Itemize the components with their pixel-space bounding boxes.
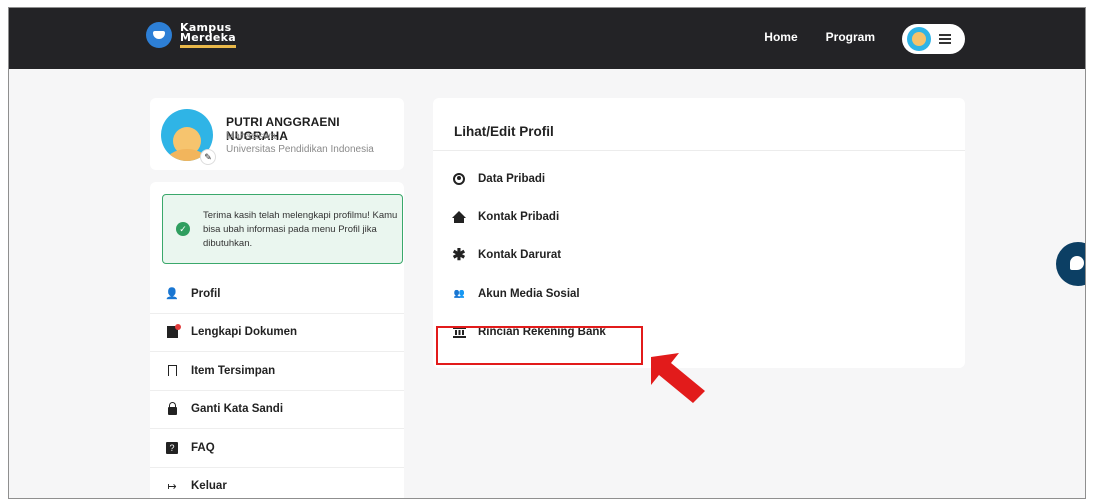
profile-role: Mahasiswa bbox=[226, 131, 277, 142]
home-icon bbox=[452, 210, 466, 224]
sidebar-item-profil[interactable]: 👤 Profil bbox=[150, 275, 404, 314]
sidebar-item-ganti-kata-sandi[interactable]: Ganti Kata Sandi bbox=[150, 391, 404, 429]
notice-message: Terima kasih telah melengkapi profilmu! … bbox=[203, 210, 398, 249]
user-menu-button[interactable] bbox=[902, 24, 965, 54]
bookmark-icon bbox=[165, 364, 179, 378]
logout-icon: ↦ bbox=[167, 480, 177, 493]
option-label: Data Pribadi bbox=[478, 173, 546, 186]
sidebar-item-label: FAQ bbox=[191, 441, 215, 454]
asterisk-icon: ✱ bbox=[452, 247, 466, 265]
option-label: Akun Media Sosial bbox=[478, 287, 580, 300]
main-nav: Home Program bbox=[764, 30, 875, 44]
option-kontak-darurat[interactable]: ✱ Kontak Darurat bbox=[433, 236, 965, 274]
nav-program-link[interactable]: Program bbox=[826, 30, 875, 44]
edit-profile-card: Lihat/Edit Profil Data Pribadi Kontak Pr… bbox=[433, 98, 965, 368]
sidebar-item-keluar[interactable]: ↦ Keluar bbox=[150, 468, 404, 499]
profile-summary-card: ✎ PUTRI ANGGRAENI NUGRAHA Mahasiswa Univ… bbox=[150, 98, 404, 170]
page-title: Lihat/Edit Profil bbox=[454, 124, 554, 139]
sidebar-item-label: Item Tersimpan bbox=[191, 364, 276, 377]
option-akun-media-sosial[interactable]: 👥 Akun Media Sosial bbox=[433, 275, 965, 313]
profile-university: Universitas Pendidikan Indonesia bbox=[226, 144, 374, 155]
chat-support-button[interactable] bbox=[1056, 242, 1085, 286]
option-kontak-pribadi[interactable]: Kontak Pribadi bbox=[433, 198, 965, 236]
divider bbox=[433, 150, 965, 151]
logo-line-2: Merdeka bbox=[180, 30, 237, 44]
kampus-merdeka-logo[interactable]: Kampus Merdeka bbox=[146, 22, 236, 48]
option-rincian-rekening-bank[interactable]: Rincian Rekening Bank bbox=[433, 313, 965, 351]
edit-pencil-icon[interactable]: ✎ bbox=[200, 149, 216, 165]
hamburger-menu-icon bbox=[939, 34, 951, 44]
tut-wuri-logo-icon bbox=[146, 22, 172, 48]
sidebar-item-label: Profil bbox=[191, 287, 221, 300]
logo-wordmark: Kampus Merdeka bbox=[180, 22, 237, 48]
option-label: Kontak Pribadi bbox=[478, 211, 560, 224]
sidebar-item-label: Ganti Kata Sandi bbox=[191, 403, 284, 416]
top-navbar: Kampus Merdeka Home Program bbox=[9, 8, 1085, 69]
profile-complete-notice: ✓ Terima kasih telah melengkapi profilmu… bbox=[162, 194, 403, 264]
option-data-pribadi[interactable]: Data Pribadi bbox=[433, 160, 965, 198]
question-icon: ? bbox=[165, 441, 179, 455]
browser-frame: Kampus Merdeka Home Program ✎ PUTRI ANGG… bbox=[8, 7, 1086, 499]
sidebar-item-faq[interactable]: ? FAQ bbox=[150, 429, 404, 468]
bank-icon bbox=[452, 325, 466, 339]
check-circle-icon: ✓ bbox=[176, 222, 190, 236]
avatar bbox=[907, 27, 931, 51]
document-icon bbox=[165, 324, 181, 339]
sidebar-item-label: Lengkapi Dokumen bbox=[191, 326, 298, 339]
option-label: Kontak Darurat bbox=[478, 249, 562, 262]
sidebar-menu-card: ✓ Terima kasih telah melengkapi profilmu… bbox=[150, 182, 404, 499]
sidebar-menu: 👤 Profil Lengkapi Dokumen Item Tersimpan… bbox=[150, 275, 404, 499]
user-gear-icon: 👤 bbox=[165, 288, 179, 301]
option-label: Rincian Rekening Bank bbox=[478, 325, 606, 338]
nav-home-link[interactable]: Home bbox=[764, 30, 797, 44]
sidebar-item-label: Keluar bbox=[191, 480, 227, 493]
lock-icon bbox=[165, 402, 179, 416]
users-icon: 👥 bbox=[453, 288, 465, 299]
logo-stripe bbox=[180, 44, 236, 48]
profile-options-list: Data Pribadi Kontak Pribadi ✱ Kontak Dar… bbox=[433, 160, 965, 351]
pointer-arrow-icon bbox=[651, 353, 705, 403]
user-circle-icon bbox=[452, 172, 466, 186]
sidebar-item-lengkapi-dokumen[interactable]: Lengkapi Dokumen bbox=[150, 314, 404, 352]
sidebar-item-item-tersimpan[interactable]: Item Tersimpan bbox=[150, 352, 404, 391]
